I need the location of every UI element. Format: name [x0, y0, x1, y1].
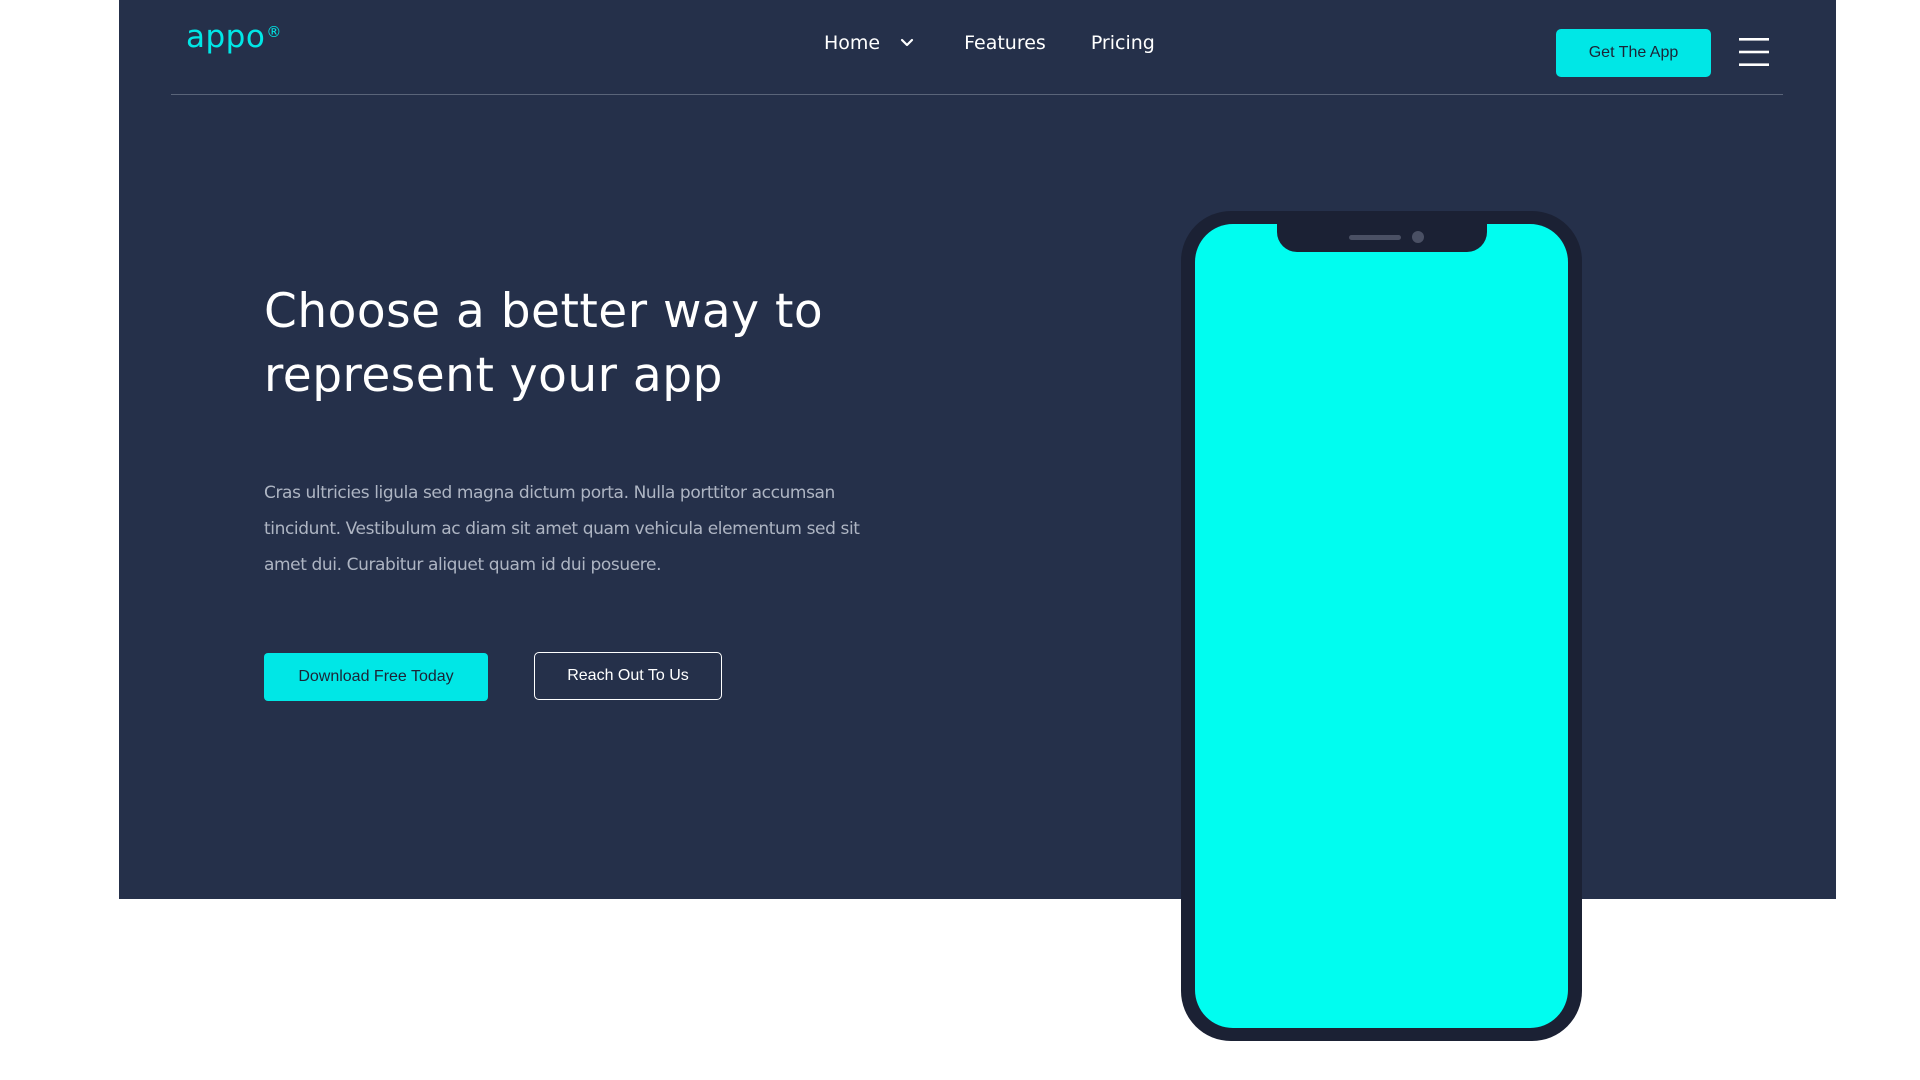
hamburger-menu-icon[interactable] [1738, 36, 1770, 68]
nav-item-home[interactable]: Home [824, 30, 916, 56]
main-nav: Home Features Pricing [824, 30, 1155, 56]
hero-description: Cras ultricies ligula sed magna dictum p… [264, 483, 860, 575]
nav-item-pricing-label: Pricing [1090, 32, 1155, 54]
brand-name: appo [186, 19, 266, 55]
phone-screen [1195, 224, 1568, 1028]
brand-logo[interactable]: appo® [186, 22, 282, 53]
registered-mark: ® [266, 23, 282, 41]
phone-camera-icon [1412, 231, 1424, 243]
get-the-app-button[interactable]: Get The App [1556, 29, 1711, 77]
nav-item-features-label: Features [964, 32, 1046, 54]
hero-headline: Choose a better way to represent your ap… [264, 284, 824, 403]
phone-speaker [1349, 235, 1401, 240]
nav-item-features[interactable]: Features [964, 30, 1046, 56]
phone-notch [1277, 211, 1487, 252]
nav-item-home-label: Home [824, 32, 881, 54]
chevron-down-icon[interactable] [898, 34, 916, 52]
phone-mockup [1181, 211, 1582, 1041]
nav-item-pricing[interactable]: Pricing [1091, 30, 1155, 56]
header-divider [171, 94, 1783, 95]
page: appo® Home Features Pricing Get The App … [0, 0, 1920, 1080]
reach-out-button[interactable]: Reach Out To Us [534, 652, 722, 700]
download-free-button[interactable]: Download Free Today [264, 653, 488, 701]
